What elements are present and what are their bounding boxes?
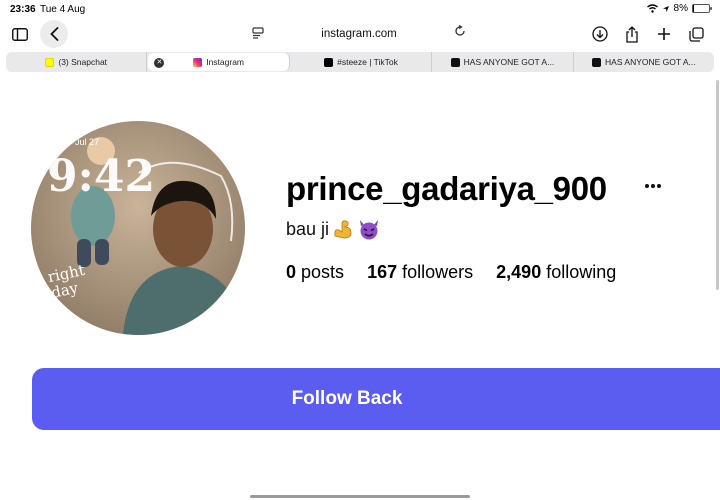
share-button[interactable] (618, 20, 646, 48)
status-time: 23:36 (10, 4, 36, 15)
tab-forum-2[interactable]: HAS ANYONE GOT A... (574, 52, 714, 72)
following-label: following (546, 262, 617, 282)
share-icon (626, 25, 638, 43)
tab-instagram[interactable]: ✕ Instagram (148, 53, 290, 71)
status-date: Tue 4 Aug (40, 4, 86, 15)
downloads-button[interactable] (586, 20, 614, 48)
bio-text: bau ji (286, 218, 330, 239)
devil-emoji (360, 220, 379, 240)
more-options-button[interactable] (644, 172, 662, 195)
following-count: 2,490 (496, 262, 542, 282)
followers-count: 167 (367, 262, 398, 282)
sidebar-toggle-button[interactable] (6, 20, 34, 48)
profile-bio: bau ji (286, 218, 381, 240)
tabs-icon (688, 26, 704, 42)
back-button[interactable] (40, 20, 68, 48)
tab-overview-button[interactable] (682, 20, 710, 48)
toolbar-actions (586, 20, 710, 48)
tab-tiktok[interactable]: #steeze | TikTok (291, 52, 433, 72)
reload-icon[interactable] (454, 25, 466, 37)
tab-label: #steeze | TikTok (337, 57, 398, 67)
following-stat[interactable]: 2,490 following (496, 262, 616, 283)
address-bar[interactable]: instagram.com (244, 20, 474, 48)
scrollbar[interactable] (716, 80, 719, 290)
profile-username: prince_gadariya_900 (286, 170, 607, 207)
site-icon (592, 57, 602, 67)
instagram-icon (193, 57, 203, 67)
tab-bar: (3) Snapchat ✕ Instagram #steeze | TikTo… (6, 52, 714, 72)
posts-label: posts (301, 262, 345, 282)
download-icon (592, 26, 608, 42)
status-bar: 23:36 Tue 4 Aug 8% (0, 0, 720, 20)
tab-label: HAS ANYONE GOT A... (463, 57, 555, 67)
posts-count: 0 (286, 262, 297, 282)
tab-label: Instagram (206, 57, 244, 67)
avatar-time-text: 9:42 (47, 151, 156, 202)
posts-stat[interactable]: 0 posts (286, 262, 344, 283)
tiktok-icon (324, 57, 334, 67)
wifi-icon (646, 4, 658, 13)
close-tab-icon[interactable]: ✕ (154, 58, 165, 68)
profile-stats: 0 posts 167 followers 2,490 following (286, 262, 616, 283)
battery-percent: 8% (673, 3, 688, 14)
followers-stat[interactable]: 167 followers (367, 262, 473, 283)
tab-forum-1[interactable]: HAS ANYONE GOT A... (432, 52, 574, 72)
home-indicator[interactable] (250, 495, 470, 498)
address-text: instagram.com (321, 28, 397, 40)
tab-label: HAS ANYONE GOT A... (605, 57, 696, 67)
snapchat-icon (45, 57, 55, 67)
follow-back-button[interactable]: Follow Back (32, 368, 720, 430)
profile-avatar[interactable]: 9:42 Jul 27 right day (31, 121, 245, 335)
browser-toolbar: instagram.com (0, 18, 720, 50)
tab-label: (3) Snapchat (58, 57, 108, 67)
status-indicators: 8% (646, 3, 712, 14)
avatar-date-text: Jul 27 (75, 137, 100, 147)
chevron-left-icon (49, 27, 58, 41)
followers-label: followers (402, 262, 474, 282)
battery-icon (692, 4, 712, 13)
location-icon (662, 5, 669, 12)
new-tab-button[interactable] (650, 20, 678, 48)
site-icon (450, 57, 460, 67)
page-menu-icon[interactable] (252, 27, 264, 39)
muscle-emoji (334, 220, 352, 239)
plus-icon (658, 28, 670, 40)
sidebar-icon (12, 27, 28, 41)
ellipsis-icon (645, 184, 661, 188)
tab-snapchat[interactable]: (3) Snapchat (6, 52, 148, 72)
